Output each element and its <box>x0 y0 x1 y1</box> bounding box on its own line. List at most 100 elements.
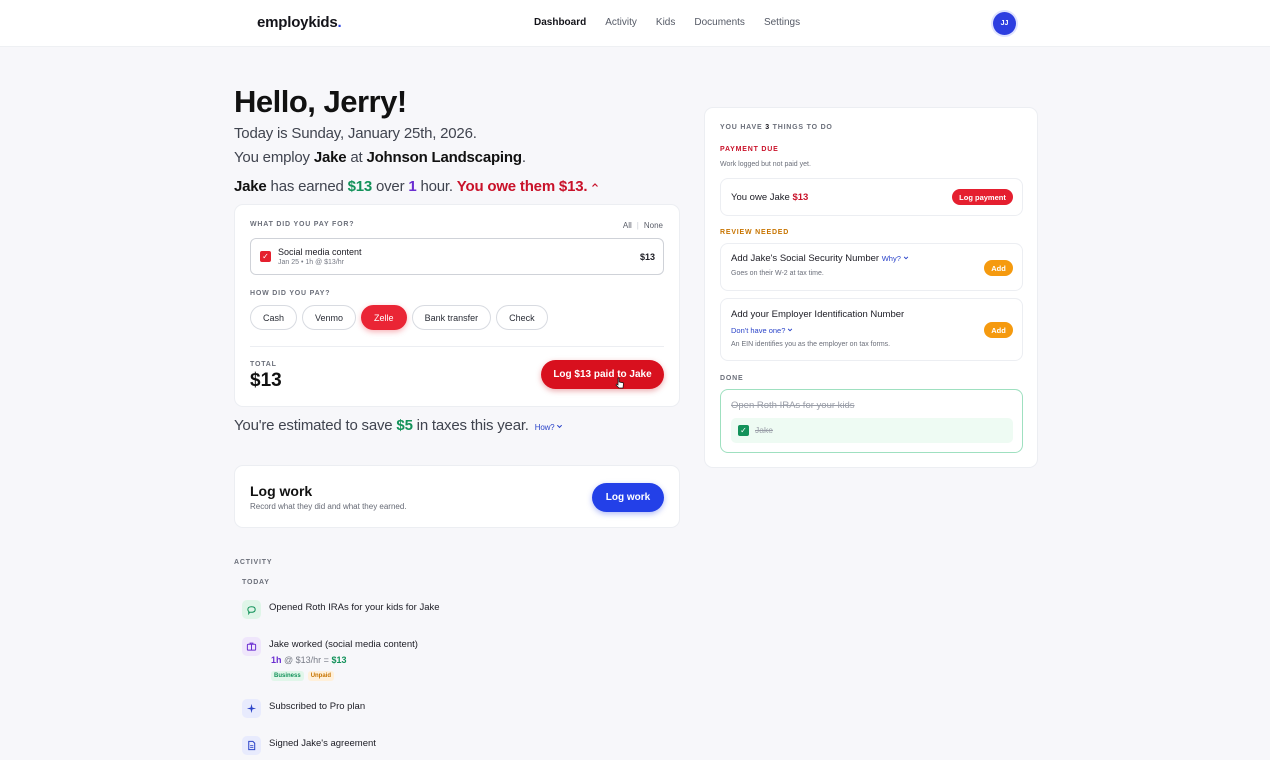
activity-text: Signed Jake's agreement <box>269 738 376 749</box>
activity-label: Activity <box>234 559 273 566</box>
nav-links: Dashboard Activity Kids Documents Settin… <box>534 17 819 28</box>
dont-have-one-label: Don't have one? <box>731 326 786 335</box>
add-ssn-button[interactable]: Add <box>984 260 1013 276</box>
done-subtask-name: Jake <box>755 425 773 435</box>
done-subtask-row[interactable]: ✓ Jake <box>731 418 1013 443</box>
ein-title: Add your Employer Identification Number <box>731 309 905 320</box>
divider <box>250 346 664 347</box>
activity-text: Jake worked (social media content) <box>269 639 418 650</box>
activity-hours: 1h <box>271 655 282 665</box>
earnings-line: Jake has earned $13 over 1 hour. You owe… <box>234 178 599 195</box>
review-needed-label: Review needed <box>720 229 790 236</box>
how-link-label: How? <box>534 423 555 432</box>
activity-text: Subscribed to Pro plan <box>269 701 366 712</box>
employee-name: Jake <box>313 149 347 166</box>
method-bank-transfer[interactable]: Bank transfer <box>411 305 492 330</box>
savings-amount: $5 <box>396 417 413 434</box>
method-cash[interactable]: Cash <box>250 305 298 330</box>
business-name: Johnson Landscaping <box>366 149 522 166</box>
chevron-up-icon[interactable] <box>591 181 599 189</box>
todo-head-pre: You have <box>720 124 766 131</box>
savings-post: in taxes this year. <box>412 417 529 434</box>
employ-end: . <box>521 149 526 166</box>
tag-unpaid: Unpaid <box>307 671 335 681</box>
employ-mid: at <box>346 149 367 166</box>
chevron-down-icon <box>557 424 563 429</box>
log-work-button[interactable]: Log work <box>592 483 664 512</box>
why-link[interactable]: Why? <box>882 254 909 263</box>
method-venmo[interactable]: Venmo <box>302 305 357 330</box>
earned-name: Jake <box>234 178 267 195</box>
work-item-subtitle: Jan 25 • 1h @ $13/hr <box>278 259 344 266</box>
work-item-amount: $13 <box>639 252 655 262</box>
log-payment-chip[interactable]: Log payment <box>952 189 1013 205</box>
ssn-subtitle: Goes on their W-2 at tax time. <box>731 270 824 277</box>
activity-meta: 1h @ $13/hr = $13 <box>271 655 346 665</box>
ein-subtitle: An EIN identifies you as the employer on… <box>731 341 891 348</box>
logo[interactable]: employkids. <box>257 14 342 31</box>
why-link-label: Why? <box>881 254 901 263</box>
tax-savings-line: You're estimated to save $5 in taxes thi… <box>234 417 563 434</box>
pointer-cursor-icon <box>615 377 624 389</box>
log-work-subtitle: Record what they did and what they earne… <box>250 502 407 511</box>
chevron-down-icon <box>788 328 793 332</box>
document-icon <box>242 736 261 755</box>
sparkle-icon <box>242 699 261 718</box>
nav-link-kids[interactable]: Kids <box>656 17 675 28</box>
ssn-title: Add Jake's Social Security Number <box>731 253 880 264</box>
savings-pre: You're estimated to save <box>234 417 397 434</box>
earned-pre: has earned <box>266 178 348 195</box>
done-task-title: Open Roth IRAs for your kids <box>731 400 855 411</box>
payment-due-subtitle: Work logged but not paid yet. <box>720 161 811 168</box>
today-label: Today <box>242 579 270 586</box>
nav-link-activity[interactable]: Activity <box>605 17 637 28</box>
todo-panel: You have 3 things to do Payment due Work… <box>704 107 1038 468</box>
earned-mid: over <box>372 178 409 195</box>
payment-due-card: You owe Jake $13 Log payment <box>720 178 1023 216</box>
chevron-down-icon <box>903 256 909 260</box>
logo-dot: . <box>337 14 342 31</box>
select-none-link[interactable]: None <box>644 221 663 230</box>
activity-tags: Business Unpaid <box>271 671 335 681</box>
nav-link-settings[interactable]: Settings <box>764 17 800 28</box>
logo-text: employkids <box>257 14 338 31</box>
log-payment-button[interactable]: Log $13 paid to Jake <box>541 360 664 389</box>
todo-heading: You have 3 things to do <box>720 124 833 131</box>
select-all-link[interactable]: All <box>623 221 632 230</box>
earned-unit: hour. <box>416 178 457 195</box>
work-item-row[interactable]: ✓ Social media content Jan 25 • 1h @ $13… <box>250 238 664 275</box>
total-value: $13 <box>250 370 282 391</box>
page-title: Hello, Jerry! <box>234 84 407 119</box>
checkbox-checked[interactable]: ✓ <box>260 251 271 262</box>
owe-amount: $13 <box>792 192 809 203</box>
payment-due-label: Payment due <box>720 146 779 153</box>
add-ein-button[interactable]: Add <box>984 322 1013 338</box>
activity-rate: @ $13/hr = <box>281 655 332 665</box>
paid-for-label: What did you pay for? <box>250 221 355 228</box>
ein-task-card: Add your Employer Identification Number … <box>720 298 1023 361</box>
earned-amount: $13 <box>347 178 373 195</box>
total-label: Total <box>250 361 277 368</box>
work-item-title: Social media content <box>278 247 362 257</box>
today-date: Today is Sunday, January 25th, 2026. <box>234 125 477 142</box>
earned-hours: 1 <box>408 178 417 195</box>
avatar[interactable]: JJ <box>993 12 1016 35</box>
done-task-card: Open Roth IRAs for your kids ✓ Jake <box>720 389 1023 453</box>
log-work-title: Log work <box>250 483 313 499</box>
how-link[interactable]: How? <box>535 423 564 432</box>
done-label: Done <box>720 375 744 382</box>
nav-link-dashboard[interactable]: Dashboard <box>534 17 586 28</box>
log-work-card: Log work Record what they did and what t… <box>234 465 680 528</box>
ssn-task-card: Add Jake's Social Security Number Why? G… <box>720 243 1023 291</box>
ssn-title-line: Add Jake's Social Security Number Why? <box>731 253 909 264</box>
method-zelle[interactable]: Zelle <box>361 305 407 330</box>
todo-head-post: things to do <box>769 124 833 131</box>
owe-line: You owe Jake $13 <box>731 192 808 203</box>
dont-have-one-link[interactable]: Don't have one? <box>731 326 793 335</box>
method-check[interactable]: Check <box>496 305 548 330</box>
activity-amount: $13 <box>331 655 347 665</box>
employment-line: You employ Jake at Johnson Landscaping. <box>234 149 526 166</box>
checkbox-checked[interactable]: ✓ <box>738 425 749 436</box>
tag-business: Business <box>271 671 304 681</box>
nav-link-documents[interactable]: Documents <box>694 17 745 28</box>
